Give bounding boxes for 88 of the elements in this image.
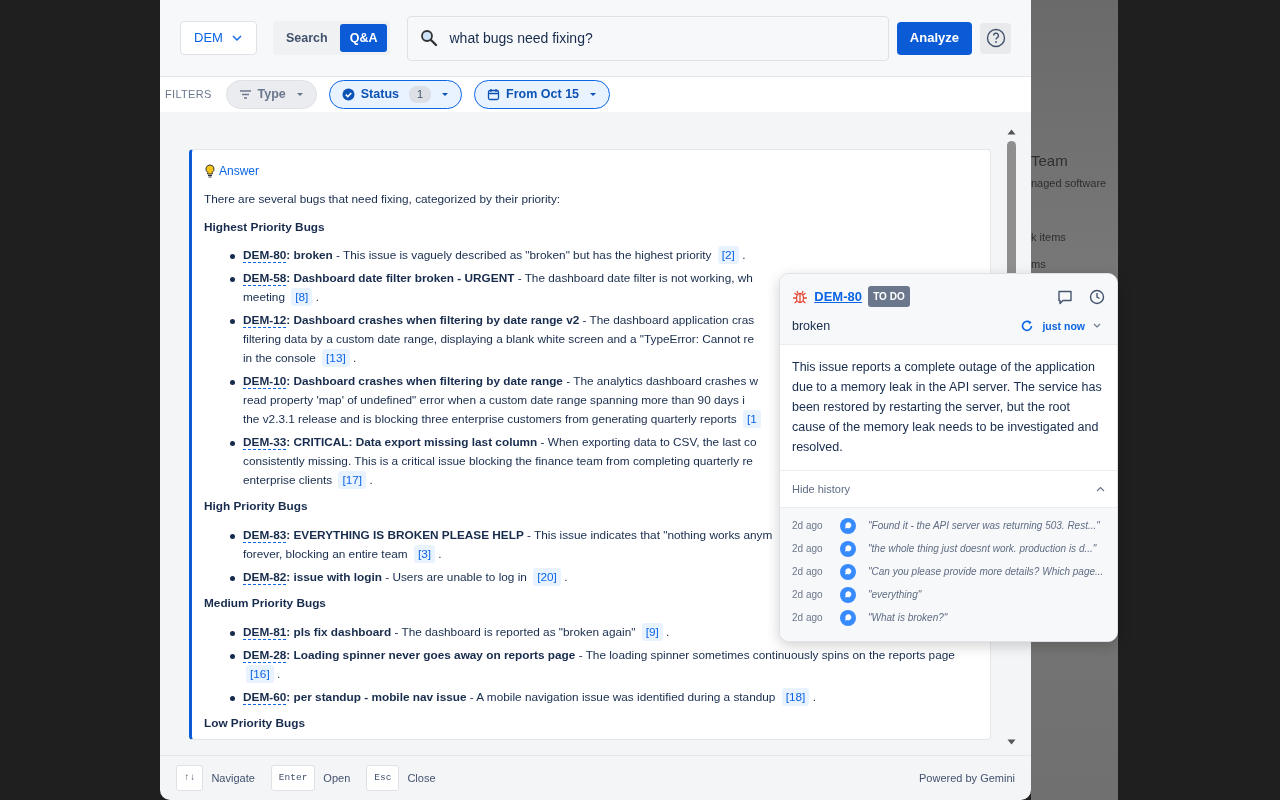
- check-circle-icon: [341, 88, 355, 101]
- hint-label: Navigate: [211, 770, 255, 786]
- updated-time: just now: [1042, 318, 1085, 334]
- bug-item: DEM-60: per standup - mobile nav issue - A mobile navigation issue was identified during a standup [18] .: [230, 687, 977, 707]
- bullet-dot: [230, 254, 235, 260]
- citation-link[interactable]: [3]: [413, 545, 435, 564]
- comment-bubble-icon: [840, 563, 856, 580]
- refresh-icon[interactable]: [1021, 320, 1034, 333]
- comment-bubble-icon: [840, 586, 856, 603]
- citation-link[interactable]: [8]: [291, 288, 313, 307]
- comment-bubble-icon: [840, 609, 856, 626]
- section-heading: High Priority Bugs: [204, 498, 308, 516]
- history-time: 2d ago: [792, 519, 824, 534]
- key-hint: ↑↓: [176, 764, 204, 792]
- history-time: 2d ago: [792, 565, 824, 580]
- clock-icon[interactable]: [1089, 288, 1105, 305]
- comment-bubble-icon: [840, 517, 856, 534]
- bullet-dot: [230, 380, 235, 386]
- chevron-up-icon: [1096, 486, 1105, 492]
- filter-chip[interactable]: Status 1: [328, 80, 463, 109]
- history-comment: "the whole thing just doesnt work. production is d...": [868, 542, 1097, 557]
- powered-by-text: Powered by Gemini: [919, 770, 1015, 786]
- mode-tab[interactable]: Q&A: [339, 23, 388, 53]
- bullet-dot: [230, 277, 235, 283]
- citation-link[interactable]: [1: [743, 410, 761, 429]
- filters-label: FILTERS: [165, 87, 212, 103]
- background-text: Team: [1031, 151, 1069, 171]
- bullet-dot: [230, 695, 235, 701]
- history-time: 2d ago: [792, 588, 824, 603]
- analyze-button[interactable]: Analyze: [896, 21, 972, 55]
- issue-key-link[interactable]: DEM-80: [814, 286, 862, 307]
- citation-link[interactable]: [17]: [338, 471, 367, 490]
- bullet-dot: [230, 630, 235, 636]
- bullet-dot: [230, 319, 235, 325]
- filter-icon: [238, 88, 252, 101]
- chevron-down-icon[interactable]: [1093, 323, 1101, 330]
- bullet-dot: [230, 441, 235, 447]
- lightbulb-icon: [204, 164, 216, 178]
- history-toggle[interactable]: Hide history: [780, 470, 1117, 509]
- history-time: 2d ago: [792, 542, 824, 557]
- history-comment: "What is broken?": [868, 611, 948, 626]
- citation-link[interactable]: [9]: [641, 622, 663, 641]
- bug-item: DEM-80: broken - This issue is vaguely described as "broken" but has the highest priority [2] .: [230, 246, 977, 266]
- hint-label: Close: [407, 770, 436, 786]
- citation-link[interactable]: [16]: [246, 664, 274, 683]
- status-badge: TO DO: [868, 286, 910, 307]
- mode-tab[interactable]: Search: [276, 23, 338, 53]
- filter-chip[interactable]: From Oct 15: [474, 80, 611, 109]
- background-text: k items: [1031, 230, 1067, 245]
- citation-link[interactable]: [20]: [533, 568, 561, 587]
- citation-link[interactable]: [2]: [717, 246, 739, 265]
- history-comment: "everything": [868, 588, 922, 603]
- issue-summary: broken: [792, 318, 831, 335]
- background-text: ms: [1031, 256, 1047, 272]
- citation-link[interactable]: [18]: [781, 687, 810, 706]
- caret-icon: [295, 91, 304, 98]
- history-time: 2d ago: [792, 611, 824, 626]
- background-text: naged software: [1031, 175, 1108, 191]
- count-badge: 1: [408, 86, 432, 103]
- bullet-dot: [230, 653, 235, 659]
- history-comment: "Found it - the API server was returning 503. Rest...": [868, 519, 1100, 534]
- bug-icon: [792, 288, 808, 305]
- help-icon: [985, 28, 1006, 48]
- answer-title: Answer: [219, 163, 259, 180]
- project-select[interactable]: DEM: [180, 21, 257, 55]
- filter-chip[interactable]: Type: [225, 80, 317, 109]
- citation-link[interactable]: [13]: [322, 349, 350, 368]
- bullet-dot: [230, 534, 235, 540]
- section-heading: Low Priority Bugs: [204, 714, 305, 732]
- section-heading: Highest Priority Bugs: [204, 218, 325, 236]
- comment-bubble-icon: [840, 540, 856, 557]
- hint-label: Open: [323, 770, 351, 786]
- section-heading: Medium Priority Bugs: [204, 595, 326, 613]
- scroll-up-arrow-icon[interactable]: [1006, 129, 1016, 135]
- issue-description: This issue reports a complete outage of the application due to a memory leak in the API server. The service has been restored by restarting the server, but the root cause of the memory leak needs to be investigated and resolved.: [780, 344, 1117, 471]
- caret-icon: [589, 91, 598, 98]
- answer-text: There are several bugs that need fixing, categorized by their priority:: [204, 191, 562, 208]
- calendar-icon: [487, 88, 501, 101]
- bug-item: DEM-28: Loading spinner never goes away on reports page - The loading spinner sometimes continuously spins on the reports page [16] .: [230, 645, 977, 684]
- bullet-dot: [230, 576, 235, 582]
- caret-icon: [441, 91, 450, 98]
- scroll-down-arrow-icon[interactable]: [1006, 739, 1016, 745]
- comment-icon[interactable]: [1056, 288, 1073, 305]
- history-comment: "Can you please provide more details? Which page...: [868, 565, 1104, 580]
- key-hint: Enter: [270, 764, 316, 792]
- help-button[interactable]: [980, 22, 1011, 54]
- search-field[interactable]: what bugs need fixing?: [407, 15, 889, 61]
- key-hint: Esc: [366, 764, 400, 792]
